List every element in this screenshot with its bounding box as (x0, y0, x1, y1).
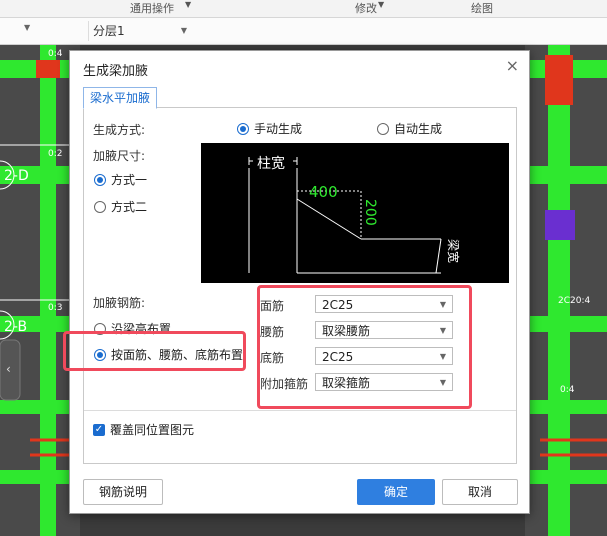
floor-select-value: 分层1 (93, 24, 125, 38)
chevron-down-icon[interactable]: ▼ (24, 23, 30, 32)
radio-mode-two[interactable]: 方式二 (94, 198, 147, 215)
col-width-label: 柱宽 (257, 155, 285, 172)
ok-button[interactable]: 确定 (357, 479, 435, 505)
chevron-down-icon: ▼ (180, 26, 187, 35)
beam-label: 0:2 (48, 149, 62, 159)
radio-label: 方式一 (111, 173, 148, 187)
dim-200-label: 200 (362, 199, 378, 226)
menu-draw[interactable]: 绘图 (471, 0, 493, 16)
radio-unchecked-icon (377, 122, 389, 135)
beam-width-label: 梁宽 (446, 239, 461, 263)
menu-common-ops[interactable]: 通用操作 (130, 0, 174, 16)
dialog-title: 生成梁加腋 (83, 64, 149, 79)
radio-auto-generate[interactable]: 自动生成 (377, 120, 442, 137)
close-icon[interactable]: × (506, 56, 519, 75)
overwrite-checkbox[interactable]: ✓ 覆盖同位置图元 (93, 421, 194, 438)
checkmark-icon: ✓ (93, 423, 105, 436)
chevron-down-icon: ▼ (378, 0, 385, 9)
beam-label: 0:4 (48, 49, 63, 59)
floor-select[interactable]: 分层1 ▼ (88, 21, 191, 41)
radio-label: 自动生成 (394, 122, 443, 136)
size-label: 加腋尺寸: (93, 149, 146, 163)
radio-checked-icon (237, 122, 249, 135)
highlight-box-option (63, 331, 246, 371)
rebar-help-button[interactable]: 钢筋说明 (83, 479, 163, 505)
divider (84, 410, 516, 411)
highlight-box-fields (257, 285, 472, 409)
radio-checked-icon (94, 173, 106, 186)
beam-haunch-dialog: 生成梁加腋 × 梁水平加腋 生成方式: 手动生成 自动生成 加腋尺寸: 方式一 … (69, 50, 530, 514)
radio-unchecked-icon (94, 200, 106, 213)
beam-label: 2C20:4 (558, 296, 590, 306)
haunch-preview: 柱宽 400 200 梁宽 (201, 143, 509, 283)
cancel-button[interactable]: 取消 (442, 479, 518, 505)
radio-manual-generate[interactable]: 手动生成 (237, 120, 302, 137)
radio-mode-one[interactable]: 方式一 (94, 171, 147, 188)
beam-label: 0:4 (560, 385, 575, 395)
axis-label-2b: 2-B (4, 319, 27, 335)
beam-label: 0:3 (48, 303, 62, 313)
tab-horizontal-haunch[interactable]: 梁水平加腋 (83, 87, 158, 109)
rebar-label: 加腋钢筋: (93, 296, 146, 310)
dim-400-label: 400 (309, 183, 338, 201)
axis-label-2d: 2-D (4, 168, 29, 184)
ribbon-group-bar: 通用操作 ▼ 修改 ▼ 绘图 (0, 0, 607, 18)
radio-label: 方式二 (111, 200, 148, 214)
haunch-diagram: 柱宽 400 200 梁宽 (248, 155, 461, 274)
gen-mode-label: 生成方式: (93, 123, 146, 137)
menu-modify[interactable]: 修改 (355, 0, 377, 16)
chevron-down-icon: ▼ (185, 0, 192, 9)
toolbar: ▼ 分层1 ▼ (0, 18, 607, 45)
radio-label: 手动生成 (254, 122, 303, 136)
svg-text:‹: ‹ (6, 362, 11, 376)
checkbox-label: 覆盖同位置图元 (110, 423, 195, 437)
